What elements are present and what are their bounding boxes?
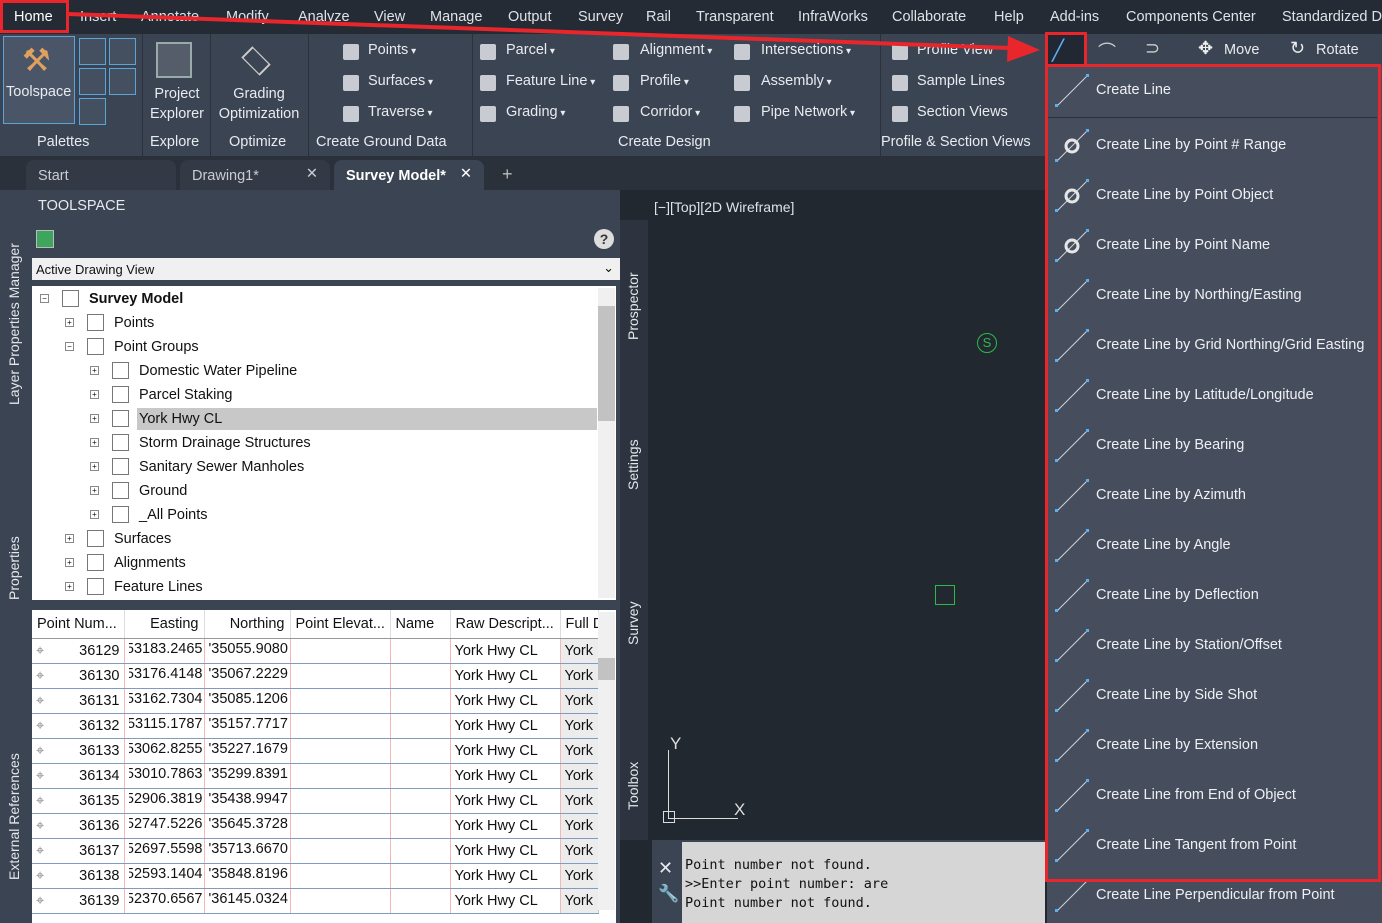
annotation-box-dropdown [1045, 64, 1381, 882]
annotation-box-line-button [1045, 32, 1087, 67]
